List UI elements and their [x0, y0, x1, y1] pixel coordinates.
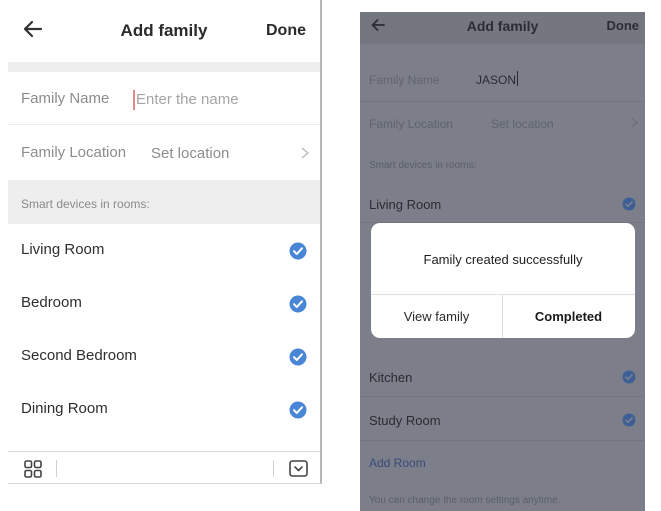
header-bar: Add family Done	[8, 0, 320, 62]
set-location-value[interactable]: Set location	[491, 117, 554, 131]
done-button[interactable]: Done	[266, 22, 306, 40]
text-cursor	[133, 90, 135, 110]
check-circle-icon[interactable]	[289, 295, 307, 313]
grid-icon[interactable]	[24, 460, 42, 478]
family-name-input[interactable]: JASON	[476, 73, 516, 87]
check-circle-icon[interactable]	[289, 401, 307, 419]
room-item-dining-room[interactable]: Dining Room	[8, 383, 320, 436]
check-circle-icon[interactable]	[622, 197, 636, 211]
room-item-study-room[interactable]: Study Room	[369, 413, 441, 428]
divider	[360, 396, 645, 397]
chevron-right-icon	[301, 147, 310, 159]
left-screen: Add family Done Family Name Enter the na…	[8, 0, 322, 484]
keyboard-hide-icon[interactable]	[289, 460, 308, 477]
rooms-section-header: Smart devices in rooms:	[8, 180, 320, 224]
view-family-button[interactable]: View family	[371, 295, 502, 338]
header-bar: Add family Done	[360, 12, 645, 44]
room-name: Living Room	[21, 241, 105, 258]
completed-button[interactable]: Completed	[503, 295, 634, 338]
family-name-label: Family Name	[21, 90, 110, 107]
room-name: Dining Room	[21, 400, 108, 417]
divider	[8, 62, 320, 72]
family-location-label: Family Location	[369, 117, 454, 131]
check-circle-icon[interactable]	[289, 242, 307, 260]
room-item-bedroom[interactable]: Bedroom	[8, 277, 320, 330]
room-name: Bedroom	[21, 294, 82, 311]
right-screen: Add family Done Family Name JASON Family…	[360, 12, 645, 511]
check-circle-icon[interactable]	[622, 370, 636, 384]
room-item-kitchen[interactable]: Kitchen	[369, 370, 412, 385]
family-name-input[interactable]: Enter the name	[136, 91, 239, 108]
divider	[360, 440, 645, 441]
room-item-living-room[interactable]: Living Room	[369, 197, 441, 212]
family-location-label: Family Location	[21, 144, 127, 161]
family-name-label: Family Name	[369, 73, 440, 87]
success-dialog: Family created successfully View family …	[371, 223, 635, 338]
check-circle-icon[interactable]	[289, 348, 307, 366]
dialog-message: Family created successfully	[423, 252, 583, 267]
room-item-living-room[interactable]: Living Room	[8, 224, 320, 277]
text-cursor	[517, 71, 518, 86]
divider	[273, 460, 274, 477]
add-room-link[interactable]: Add Room	[369, 456, 426, 470]
rooms-section-label: Smart devices in rooms:	[21, 197, 150, 211]
chevron-right-icon	[631, 117, 638, 128]
divider	[360, 101, 645, 102]
page-title: Add family	[466, 18, 539, 34]
set-location-value[interactable]: Set location	[151, 145, 229, 162]
rooms-section-label: Smart devices in rooms:	[369, 160, 477, 171]
hint-text: You can change the room settings anytime…	[369, 495, 561, 506]
keyboard-toolbar	[8, 451, 320, 483]
room-item-second-bedroom[interactable]: Second Bedroom	[8, 330, 320, 383]
done-button[interactable]: Done	[607, 18, 640, 33]
divider	[56, 460, 57, 477]
room-name: Second Bedroom	[21, 347, 137, 364]
check-circle-icon[interactable]	[622, 413, 636, 427]
